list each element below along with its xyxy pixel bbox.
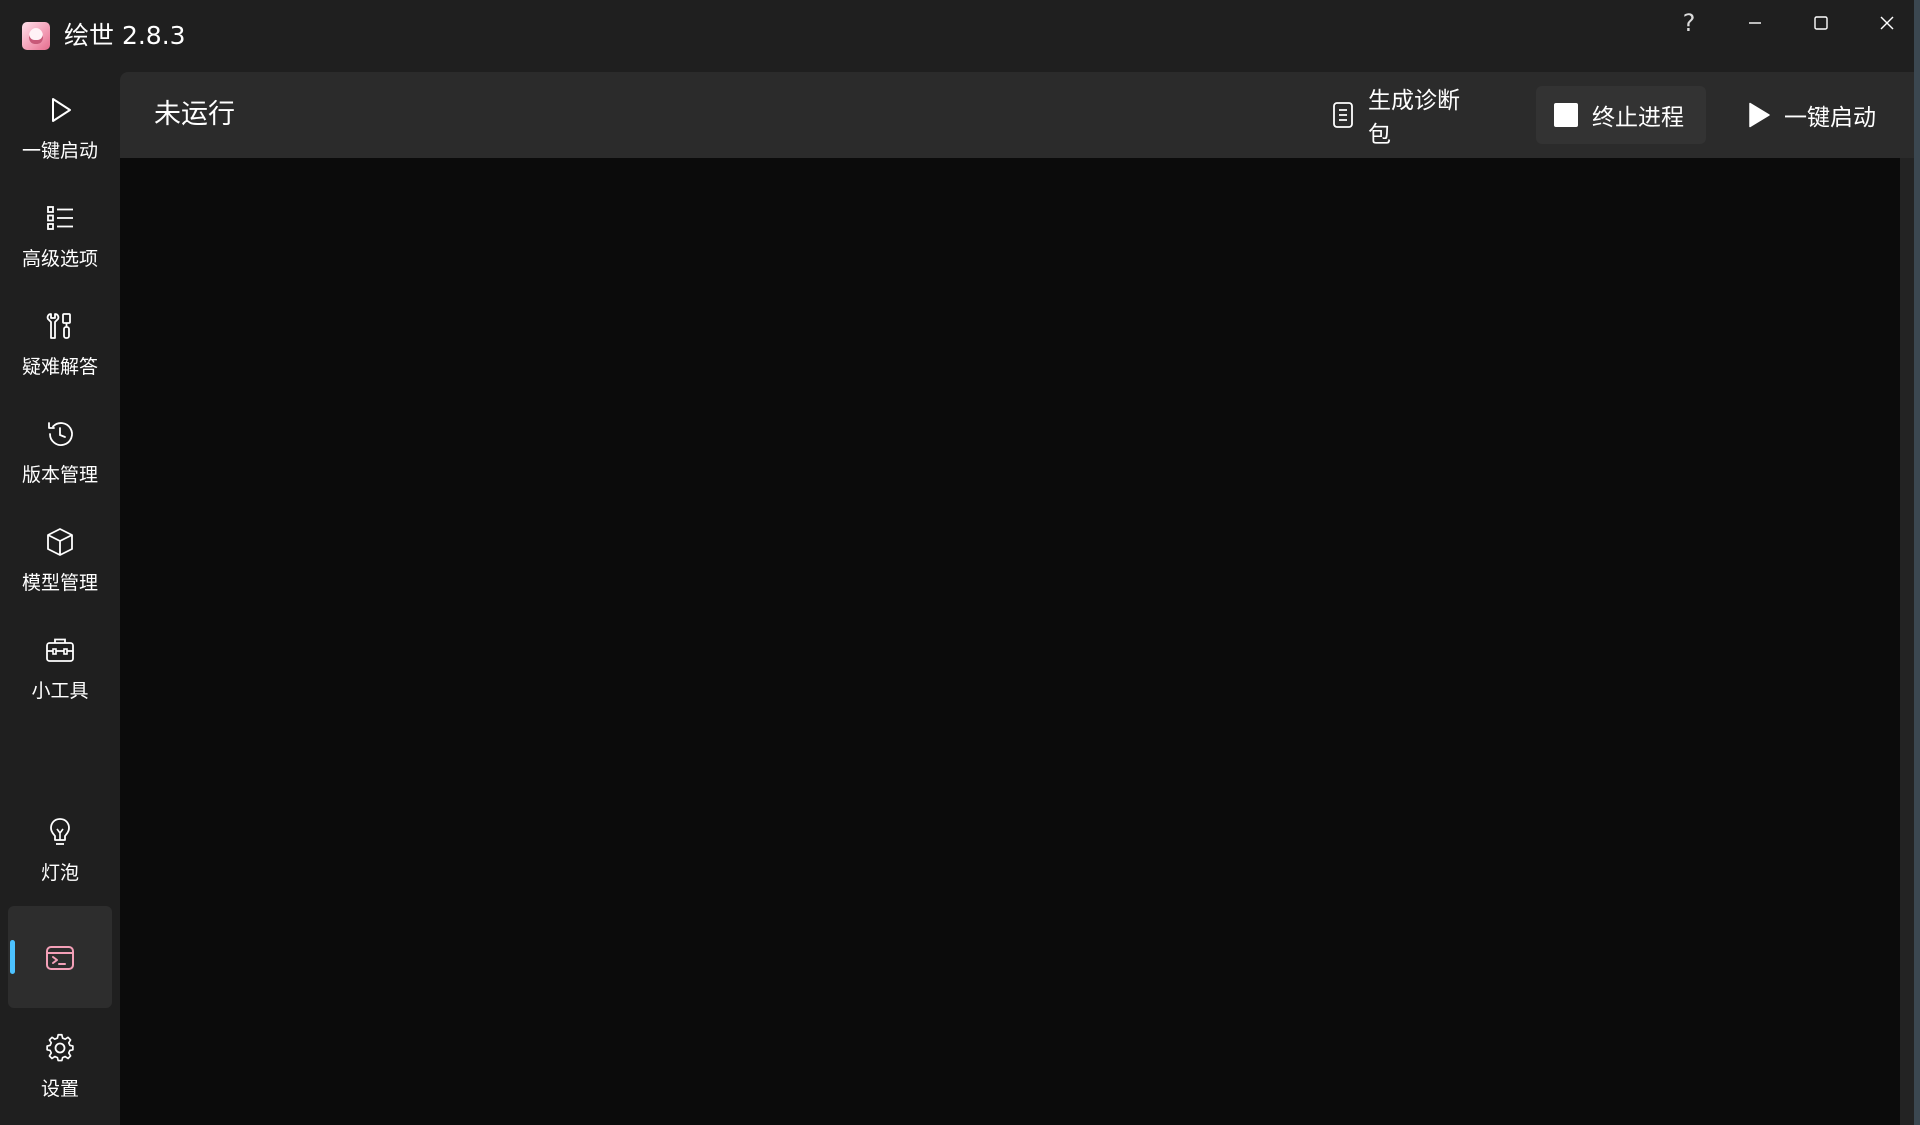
sidebar-item-label: 一键启动 — [21, 140, 98, 162]
sidebar-item-troubleshoot[interactable]: 疑难解答 — [0, 296, 120, 396]
stop-icon — [1554, 103, 1578, 127]
document-icon — [1332, 101, 1354, 129]
minimize-icon — [1749, 22, 1761, 24]
one-click-launch-label: 一键启动 — [1784, 105, 1876, 131]
sidebar-item-label: 模型管理 — [21, 572, 98, 594]
maximize-button[interactable] — [1788, 0, 1854, 46]
generate-diagnostics-button[interactable]: 生成诊断包 — [1314, 86, 1492, 148]
console-output[interactable] — [120, 158, 1900, 1125]
tools-icon — [42, 308, 78, 344]
sidebar-item-label: 设置 — [40, 1078, 79, 1100]
close-icon — [1880, 16, 1894, 30]
sidebar-item-versions[interactable]: 版本管理 — [0, 404, 120, 504]
app-logo — [22, 22, 50, 50]
toolbox-icon — [42, 632, 78, 668]
lightbulb-icon — [42, 814, 78, 850]
generate-diagnostics-label: 生成诊断包 — [1368, 88, 1460, 148]
selection-indicator — [10, 940, 15, 974]
history-icon — [42, 416, 78, 452]
sidebar-item-label: 版本管理 — [21, 464, 98, 486]
sidebar-item-advanced[interactable]: 高级选项 — [0, 188, 120, 288]
window-title: 绘世 2.8.3 — [64, 21, 186, 50]
help-icon: ? — [1682, 9, 1696, 37]
sidebar-item-models[interactable]: 模型管理 — [0, 512, 120, 612]
play-outline-icon — [42, 92, 78, 128]
sidebar-item-settings[interactable]: 设置 — [0, 1018, 120, 1118]
sidebar-item-label: 灯泡 — [40, 862, 79, 884]
sidebar-item-launch[interactable]: 一键启动 — [0, 80, 120, 180]
app-window: 绘世 2.8.3 ? 一键启动 高级选项 疑难解答 版本管理 模型管理 小工具 … — [0, 0, 1920, 1125]
sidebar-item-label: 疑难解答 — [21, 356, 98, 378]
sidebar-item-label: 高级选项 — [21, 248, 98, 270]
sidebar-item-tools[interactable]: 小工具 — [0, 620, 120, 720]
title-bar[interactable]: 绘世 2.8.3 ? — [0, 0, 1920, 72]
cube-icon — [42, 524, 78, 560]
play-icon — [1748, 102, 1770, 128]
stop-process-button[interactable]: 终止进程 — [1536, 86, 1706, 144]
help-button[interactable]: ? — [1656, 0, 1722, 46]
console-header: 未运行 生成诊断包 终止进程 一键启动 — [120, 72, 1920, 158]
run-status: 未运行 — [154, 99, 235, 130]
sidebar-item-lightbulb[interactable]: 灯泡 — [0, 802, 120, 902]
stop-process-label: 终止进程 — [1592, 105, 1684, 131]
sidebar: 一键启动 高级选项 疑难解答 版本管理 模型管理 小工具 灯泡 设置 — [0, 72, 120, 1125]
main-panel: 未运行 生成诊断包 终止进程 一键启动 — [120, 72, 1920, 1125]
one-click-launch-button[interactable]: 一键启动 — [1730, 86, 1910, 144]
close-button[interactable] — [1854, 0, 1920, 46]
minimize-button[interactable] — [1722, 0, 1788, 46]
console-icon — [42, 940, 78, 976]
window-edge — [1914, 0, 1920, 1125]
sidebar-item-label: 小工具 — [31, 680, 89, 702]
maximize-icon — [1814, 16, 1828, 30]
gear-icon — [42, 1030, 78, 1066]
sidebar-item-console[interactable] — [8, 906, 112, 1008]
list-icon — [42, 200, 78, 236]
